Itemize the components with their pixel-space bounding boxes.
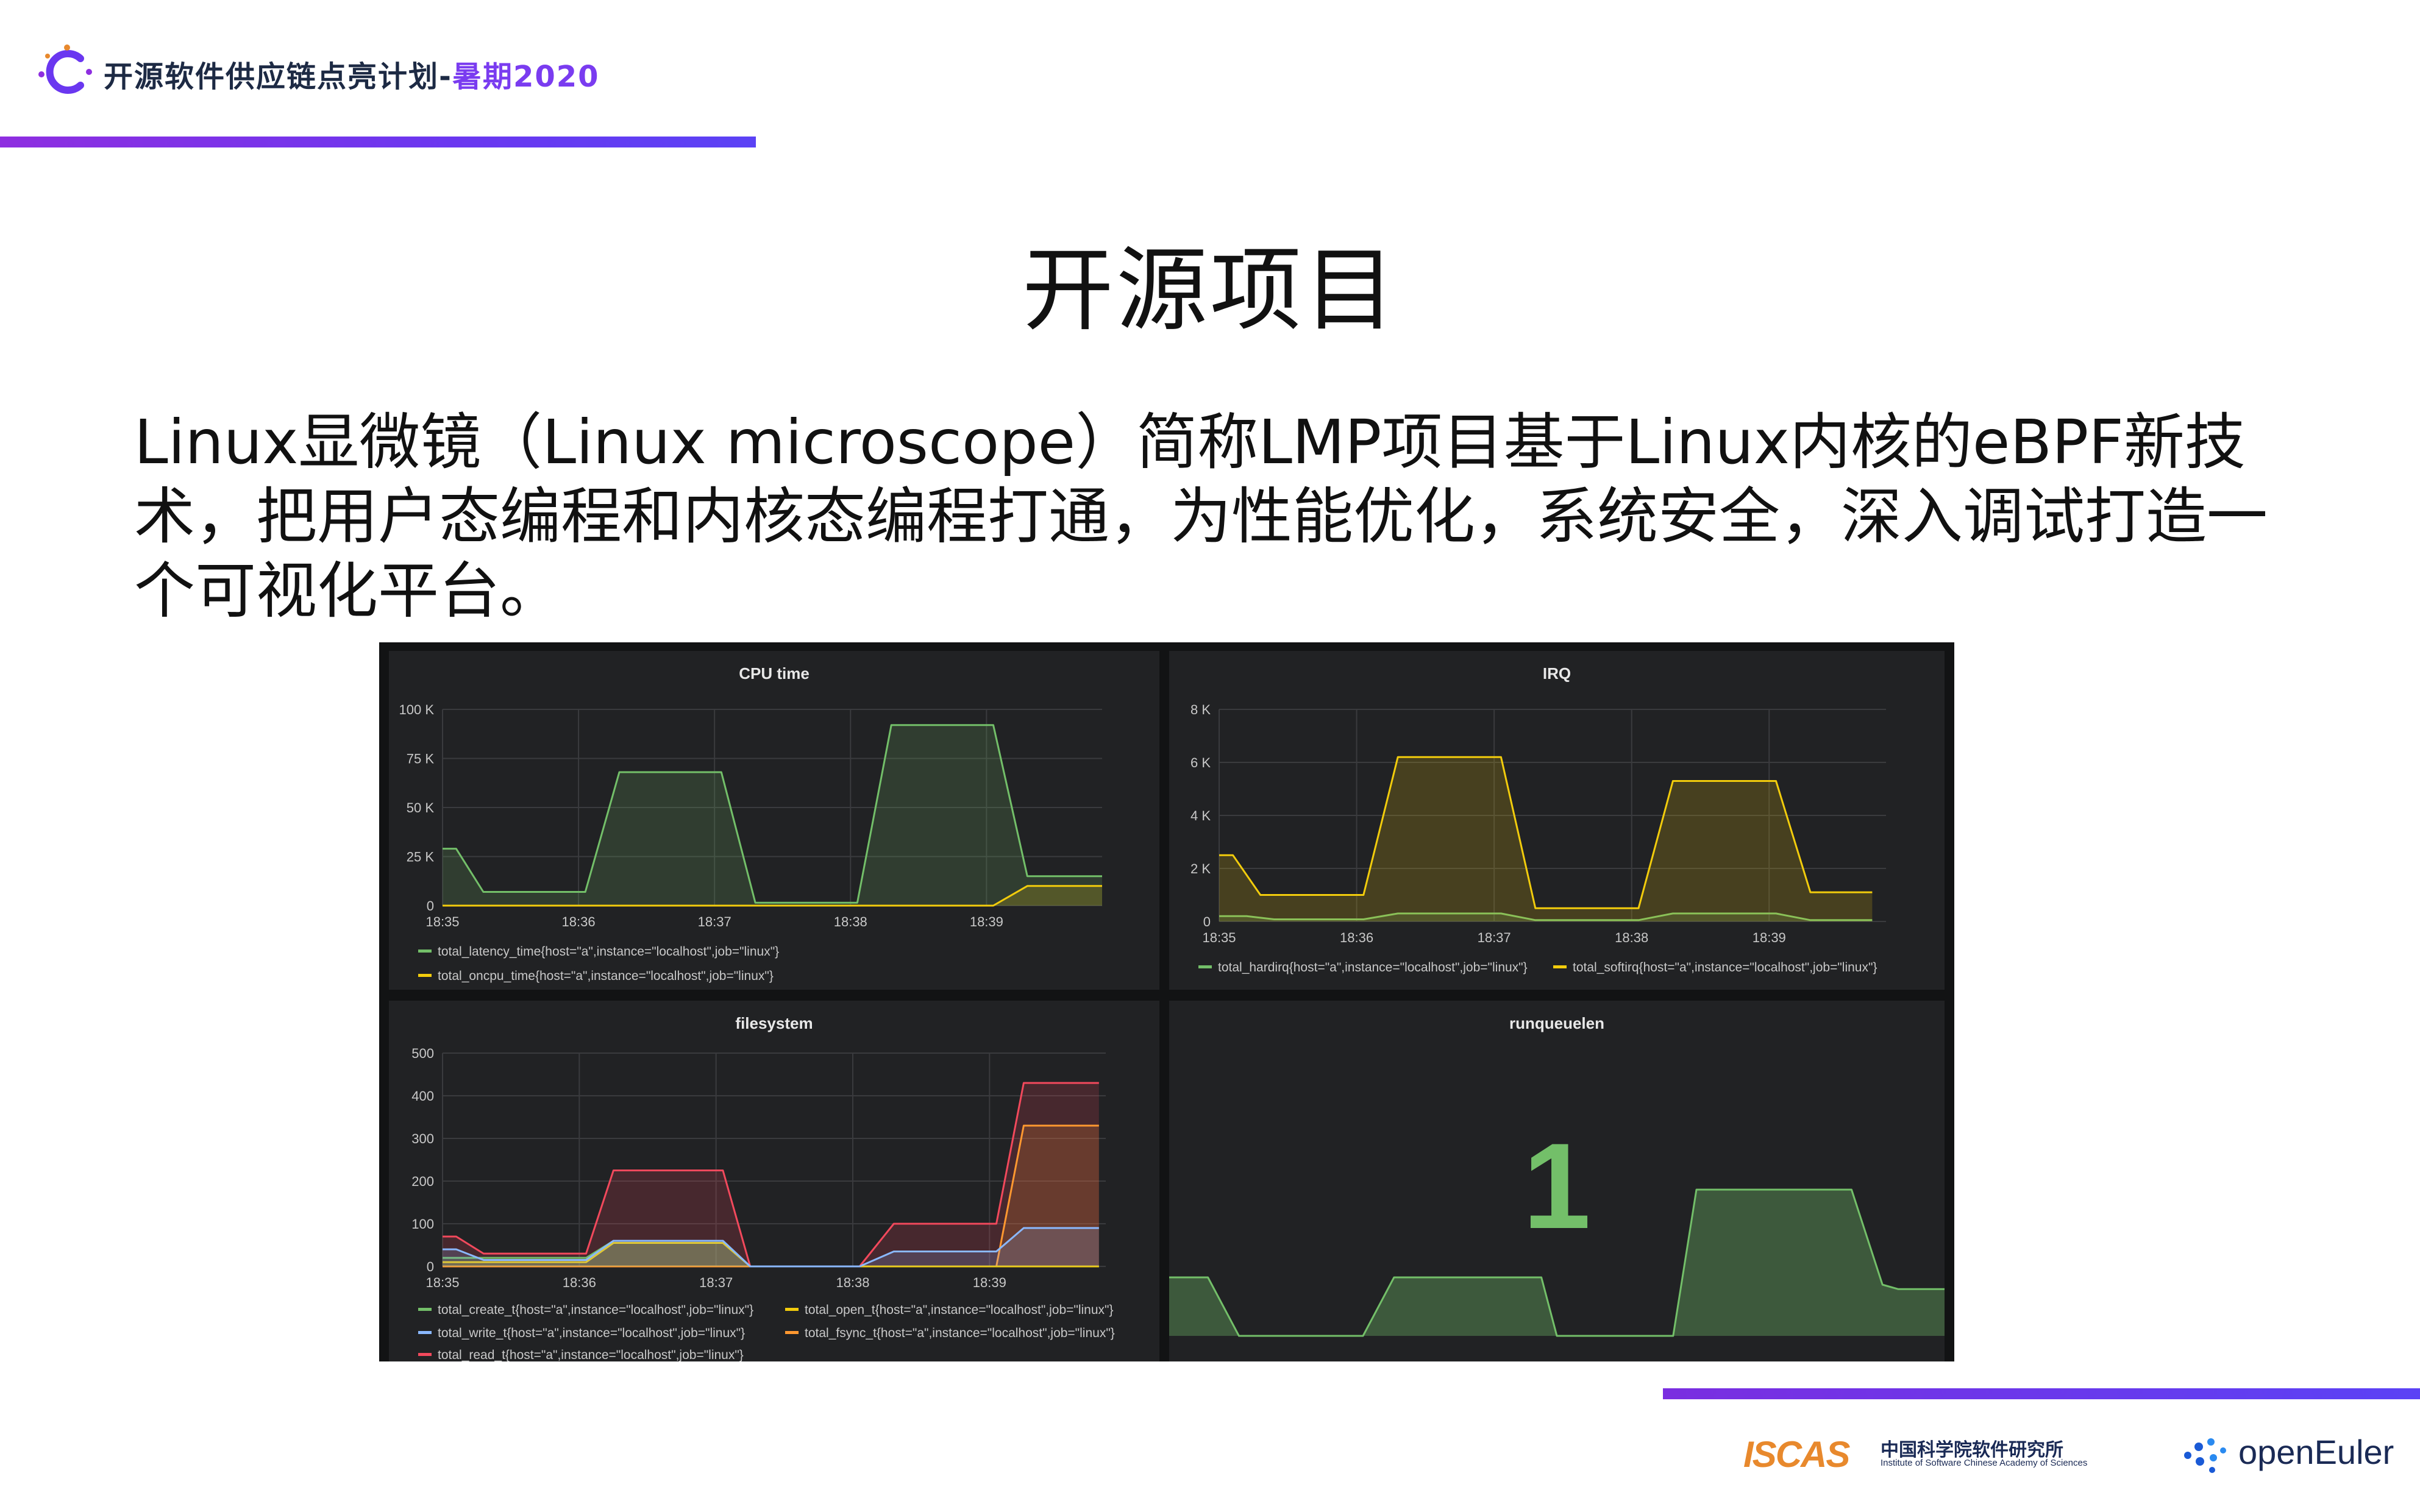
x-tick-label: 18:38	[834, 914, 867, 929]
filesystem-panel[interactable]: filesystem 0 100 200 300 400 500 18:35 18:36 18:…	[389, 1001, 1159, 1361]
x-tick-label: 18:35	[425, 914, 459, 929]
y-tick-label: 4 K	[1190, 808, 1211, 823]
legend-swatch	[418, 1353, 432, 1356]
y-tick-label: 25 K	[407, 850, 435, 865]
y-tick-label: 100 K	[399, 702, 435, 717]
y-tick-label: 0	[1203, 914, 1211, 929]
iscas-logo: ISCAS	[1743, 1434, 1850, 1475]
legend-swatch	[418, 1331, 432, 1334]
legend-swatch	[1198, 965, 1212, 968]
x-tick-label: 18:39	[970, 914, 1003, 929]
legend-label: total_create_t{host="a",instance="localh…	[438, 1303, 753, 1317]
legend-swatch	[418, 974, 432, 977]
y-tick-label: 200	[411, 1174, 434, 1189]
irq-chart: 0 2 K 4 K 6 K 8 K 18:35 18:36 18:37 18:38 18:39 to…	[1190, 702, 1886, 974]
y-tick-label: 75 K	[407, 751, 435, 767]
footer-divider	[1663, 1388, 2420, 1399]
iscas-logo-en: Institute of Software Chinese Academy of…	[1881, 1458, 2088, 1468]
legend-swatch	[1553, 965, 1567, 968]
header-divider	[0, 137, 756, 147]
series-area	[443, 725, 1102, 906]
y-tick-label: 0	[427, 1259, 434, 1274]
filesystem-chart: 0 100 200 300 400 500 18:35 18:36 18:37 18:38 18:3…	[411, 1046, 1115, 1361]
x-tick-label: 18:38	[1615, 930, 1648, 945]
x-tick-label: 18:37	[698, 914, 731, 929]
y-tick-label: 50 K	[407, 800, 435, 815]
x-tick-label: 18:38	[836, 1275, 869, 1290]
series-line	[443, 1124, 1099, 1268]
y-tick-label: 0	[427, 898, 434, 914]
legend-swatch	[785, 1308, 799, 1311]
y-tick-label: 500	[411, 1046, 434, 1061]
legend-label: total_open_t{host="a",instance="localhos…	[805, 1303, 1114, 1317]
cpu-time-panel[interactable]: CPU time 0 25 K 50 K 75 K 100 K 18:35 18:36 18:…	[389, 651, 1159, 990]
cpu-time-chart: 0 25 K 50 K 75 K 100 K 18:35 18:36 18:37 18:38 18…	[399, 702, 1102, 983]
x-tick-label: 18:35	[425, 1275, 459, 1290]
legend-swatch	[418, 949, 432, 953]
x-tick-label: 18:36	[562, 914, 596, 929]
y-tick-label: 6 K	[1190, 755, 1211, 770]
legend-label: total_hardirq{host="a",instance="localho…	[1218, 960, 1528, 974]
legend-label: total_read_t{host="a",instance="localhos…	[438, 1348, 744, 1361]
y-tick-label: 8 K	[1190, 702, 1211, 717]
x-tick-label: 18:39	[973, 1275, 1006, 1290]
legend-swatch	[785, 1331, 799, 1334]
logo-icon	[38, 44, 92, 94]
grafana-dashboard: CPU time 0 25 K 50 K 75 K 100 K 18:35 18:36 18:…	[379, 642, 1954, 1361]
x-tick-label: 18:36	[1340, 930, 1373, 945]
legend-label: total_write_t{host="a",instance="localho…	[438, 1326, 745, 1340]
page-title: 开源项目	[1022, 238, 1398, 344]
y-tick-label: 100	[411, 1216, 434, 1232]
y-tick-label: 400	[411, 1088, 434, 1104]
series-area	[443, 1083, 1099, 1266]
y-tick-label: 2 K	[1190, 861, 1211, 876]
legend-label: total_latency_time{host="a",instance="lo…	[438, 945, 779, 959]
irq-panel[interactable]: IRQ 02 K4 K6 K8 K 18:35 18:36 18:37 18:38 18:…	[1169, 651, 1945, 990]
legend-label: total_oncpu_time{host="a",instance="loca…	[438, 969, 774, 983]
x-tick-label: 18:39	[1753, 930, 1786, 945]
x-tick-label: 18:35	[1202, 930, 1236, 945]
brand-title: 开源软件供应链点亮计划-暑期2020	[104, 60, 600, 94]
legend-label: total_softirq{host="a",instance="localho…	[1573, 960, 1877, 974]
legend-label: total_fsync_t{host="a",instance="localho…	[805, 1326, 1115, 1340]
openeuler-logo-text: openEuler	[2238, 1433, 2394, 1471]
runqueuelen-sparkline	[1169, 1188, 1945, 1337]
brand-accent: 暑期2020	[452, 60, 600, 94]
runqueuelen-panel[interactable]: runqueuelen 1	[1169, 1001, 1945, 1361]
x-tick-label: 18:37	[699, 1275, 733, 1290]
legend-swatch	[418, 1308, 432, 1311]
x-tick-label: 18:36	[563, 1275, 596, 1290]
description-paragraph: Linux显微镜（Linux microscope）简称LMP项目基于Linux…	[134, 406, 2268, 626]
openeuler-logo-icon	[2184, 1438, 2226, 1473]
y-tick-label: 300	[411, 1131, 434, 1146]
series-area	[1169, 1190, 1945, 1336]
x-tick-label: 18:37	[1478, 930, 1511, 945]
